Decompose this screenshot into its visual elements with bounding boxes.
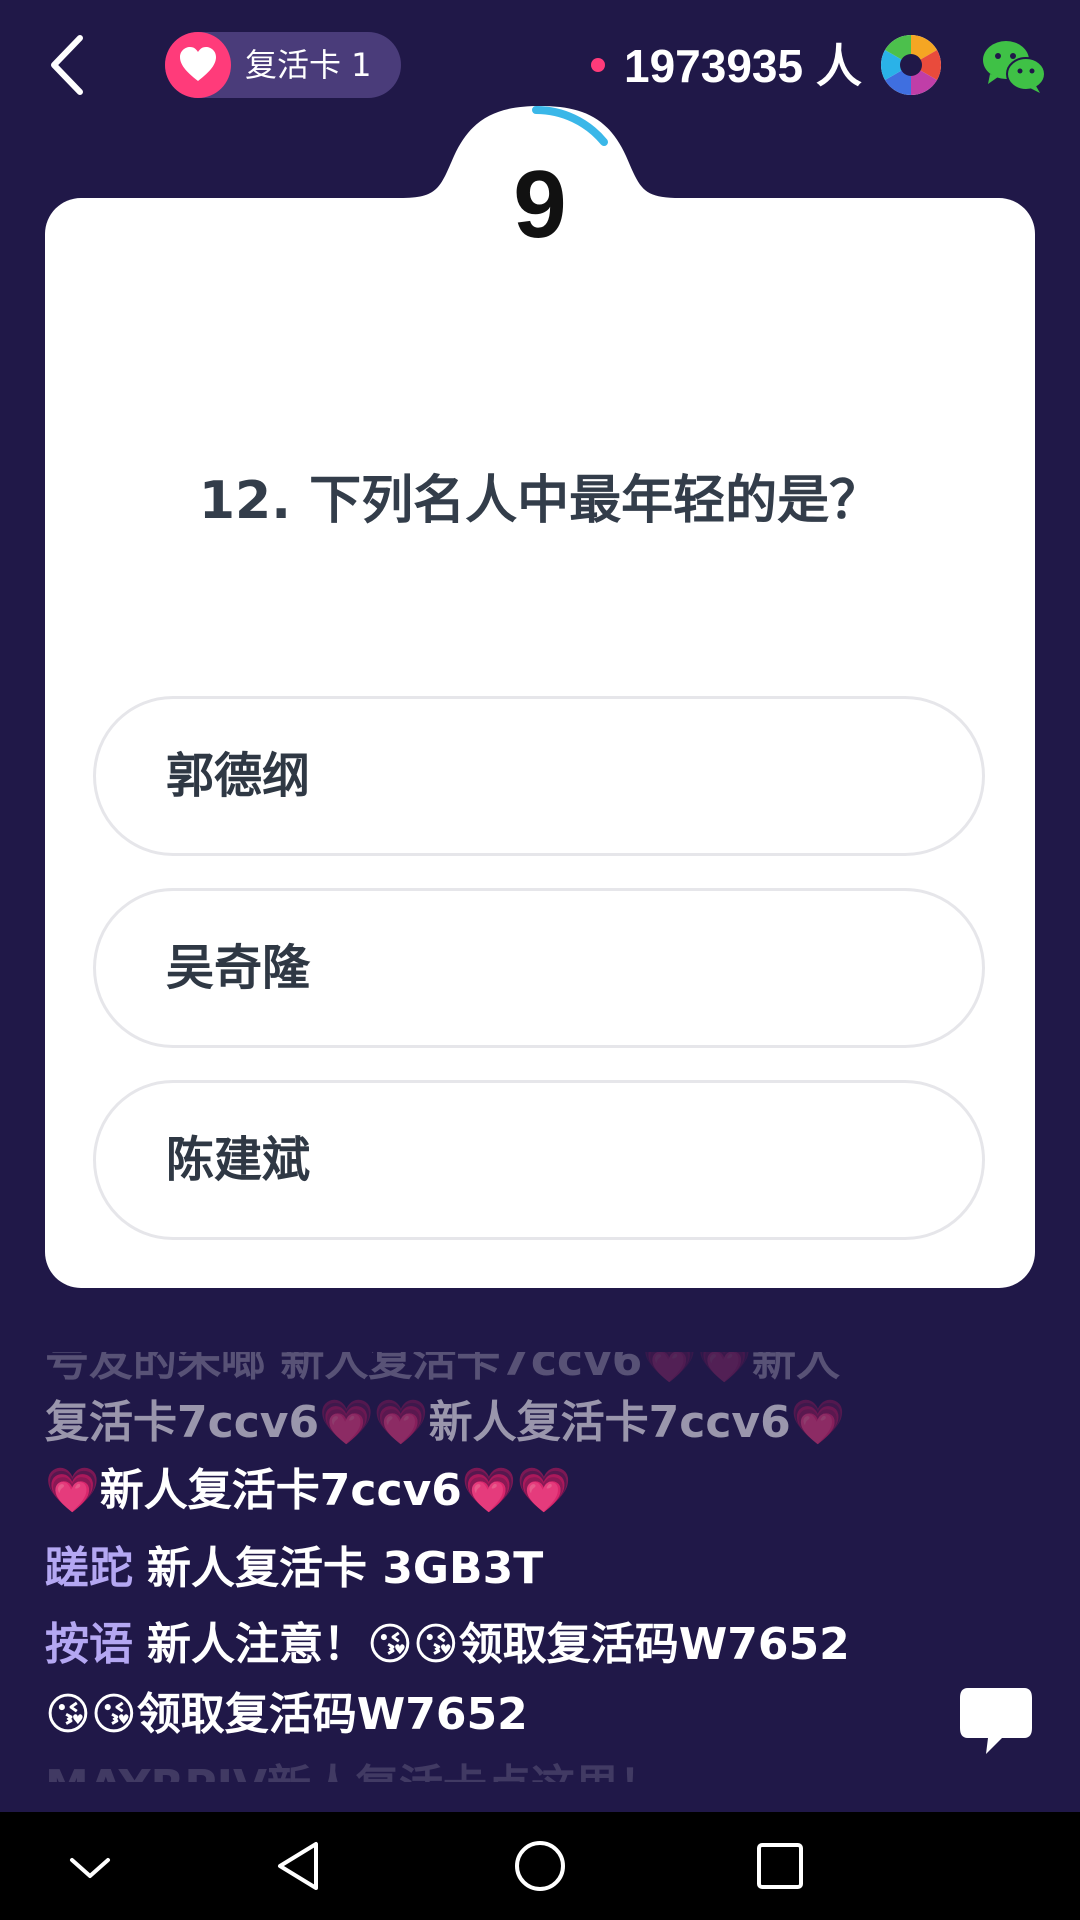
chat-message: 蹉跎 新人复活卡 3GB3T (45, 1532, 543, 1596)
chevron-down-icon[interactable] (60, 1836, 120, 1896)
chat-username[interactable]: 蹉跎 (45, 1543, 133, 1594)
chat-message-continued: 😘😘领取复活码W7652 (45, 1689, 528, 1740)
answer-option-1[interactable]: 郭德纲 (93, 696, 985, 856)
nav-home-icon[interactable] (510, 1836, 570, 1896)
chat-message: 复活卡7ccv6💗💗新人复活卡7ccv6💗 (45, 1397, 846, 1448)
chat-message: MAYRPIV新人复活卡点这里！ (45, 1750, 663, 1782)
chat-message: 号友的朱啷 新人复活卡7ccv6💗💗新人 (45, 1352, 840, 1386)
back-arrow-icon[interactable] (38, 30, 102, 100)
heart-icon (165, 32, 231, 98)
answer-option-label: 郭德纲 (166, 748, 311, 804)
moments-share-icon[interactable] (880, 34, 942, 96)
wechat-share-icon[interactable] (982, 40, 1046, 94)
chat-username[interactable]: 按语 (45, 1619, 133, 1670)
nav-back-icon[interactable] (270, 1836, 330, 1896)
viewer-count: 1973935 人 (624, 40, 862, 92)
chat-text: 新人复活卡 3GB3T (147, 1543, 544, 1594)
nav-recent-apps-icon[interactable] (750, 1836, 810, 1896)
revive-card-label: 复活卡 1 (245, 46, 372, 84)
system-nav-bar (0, 1812, 1080, 1920)
chat-message: 💗新人复活卡7ccv6💗💗 (45, 1465, 572, 1516)
chat-text: 新人注意！😘😘领取复活码W7652 (147, 1619, 850, 1670)
answer-option-label: 陈建斌 (166, 1132, 311, 1188)
revive-card-pill[interactable]: 复活卡 1 (165, 32, 401, 98)
countdown-timer: 9 (513, 151, 567, 258)
question-card: 12. 下列名人中最年轻的是？ 郭德纲 吴奇隆 陈建斌 (45, 198, 1035, 1288)
chat-bubble-icon[interactable] (958, 1686, 1034, 1758)
chat-feed[interactable]: 号友的朱啷 新人复活卡7ccv6💗💗新人 复活卡7ccv6💗💗新人复活卡7ccv… (45, 1352, 925, 1782)
question-text: 12. 下列名人中最年轻的是？ (198, 471, 882, 531)
live-indicator-dot (591, 58, 605, 72)
answer-option-3[interactable]: 陈建斌 (93, 1080, 985, 1240)
answer-option-label: 吴奇隆 (166, 940, 311, 996)
chat-message: 按语 新人注意！😘😘领取复活码W7652 (45, 1608, 850, 1672)
answer-option-2[interactable]: 吴奇隆 (93, 888, 985, 1048)
